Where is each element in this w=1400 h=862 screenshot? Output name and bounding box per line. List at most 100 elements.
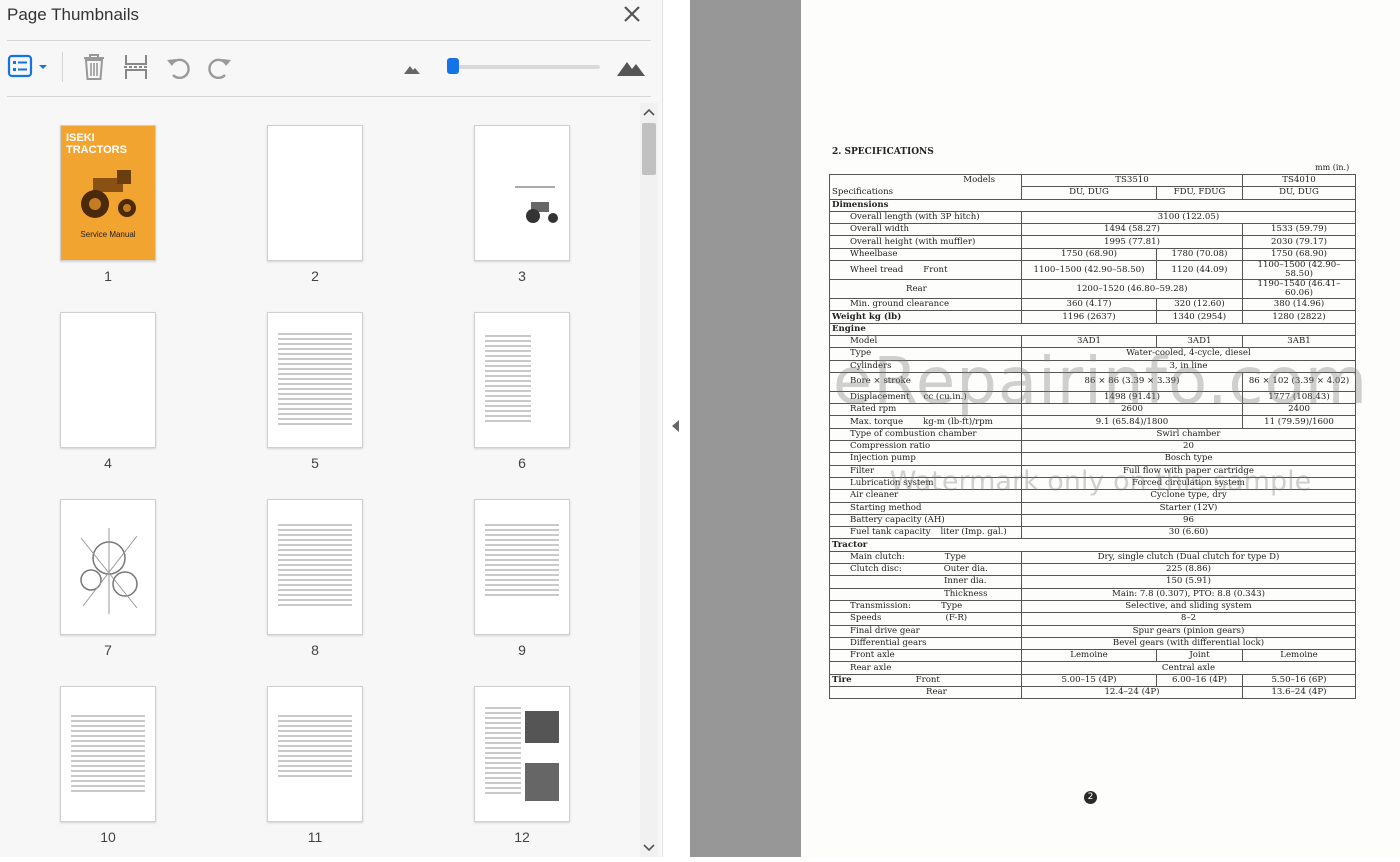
front-label: Front [923, 264, 948, 275]
table-cell: Bevel gears (with differential lock) [1021, 636, 1356, 651]
page-thumbnails-panel: Page Thumbnails ISEKI TRACTORS Service M… [0, 0, 663, 857]
close-icon[interactable] [620, 2, 644, 26]
table-row: Models TS3510 TS4010 [829, 173, 1356, 188]
table-cell: Wheelbase [829, 247, 1022, 262]
table-cell: Cyclone type, dry [1021, 489, 1356, 503]
main-clutch-type: Type [944, 551, 966, 562]
table-cell: Speeds (F-R) [829, 612, 1022, 626]
thumbnail-image[interactable]: ISEKI TRACTORS Service Manual [60, 125, 156, 261]
table-cell: 1100–1500 (42.90–58.50) [1021, 260, 1157, 281]
table-cell: Injection pump [829, 452, 1022, 466]
table-cell: Models [829, 173, 1022, 187]
thumbnail-image[interactable] [267, 312, 363, 448]
toolbar-separator [62, 52, 63, 82]
page-number-label: 10 [100, 829, 116, 845]
table-cell: Max. torque kg-m (lb-ft)/rpm [829, 415, 1022, 429]
table-cell: 5.50–16 (6P) [1242, 673, 1356, 687]
rotate-clockwise-icon [206, 58, 234, 86]
thumbnail-page-7[interactable]: 7 [60, 499, 180, 669]
clutch-disc-label: Clutch disc: [850, 564, 902, 575]
document-page: 2. SPECIFICATIONS mm (in.) Models TS3510… [801, 0, 1400, 857]
table-cell: Overall height (with muffler) [829, 235, 1022, 249]
page-number-label: 11 [307, 829, 323, 845]
table-cell: DU, DUG [1242, 186, 1356, 200]
thumbnail-page-4[interactable]: 4 [60, 312, 180, 482]
table-cell: TS3510 [1021, 173, 1243, 188]
thumbnail-page-8[interactable]: 8 [267, 499, 387, 669]
thumbnail-image[interactable] [474, 686, 570, 822]
tractor-illustration [81, 170, 136, 218]
table-cell: 380 (14.96) [1242, 298, 1356, 312]
zoom-slider-track[interactable] [455, 65, 600, 69]
thumbnail-image[interactable] [474, 312, 570, 448]
table-cell: 1196 (2637) [1021, 310, 1157, 324]
table-cell: Lubrication system [829, 476, 1022, 491]
table-cell: Thickness [829, 587, 1022, 601]
table-cell: Wheel tread Front [829, 260, 1022, 281]
thumbnail-image[interactable] [474, 125, 570, 261]
thumbnail-page-6[interactable]: 6 [474, 312, 594, 482]
large-mountain-icon[interactable] [616, 56, 646, 78]
rotate-counterclockwise-icon [164, 58, 192, 86]
table-cell: 1100–1500 (42.90–58.50) [1242, 260, 1356, 281]
thumbnail-image[interactable] [267, 125, 363, 261]
table-cell: Transmission: Type [829, 599, 1022, 614]
thumbnail-image[interactable] [267, 499, 363, 635]
table-cell: Clutch disc: Outer dia. [829, 563, 1022, 577]
delete-pages-button[interactable] [80, 52, 108, 82]
table-cell: 1777 (108.43) [1242, 390, 1356, 405]
thumbnail-page-5[interactable]: 5 [267, 312, 387, 482]
scroll-down-arrow-icon[interactable] [640, 837, 658, 857]
photo [525, 711, 559, 743]
thumbnail-page-3[interactable]: 3 [474, 125, 594, 295]
page-number-label: 5 [311, 455, 319, 471]
collapse-panel-arrow-icon[interactable] [668, 414, 684, 438]
page-number-label: 8 [311, 642, 319, 658]
page-number-badge: 2 [1084, 791, 1097, 804]
table-cell: Air cleaner [829, 489, 1022, 503]
thumbnail-page-9[interactable]: 9 [474, 499, 594, 669]
specifications-table: Models TS3510 TS4010 Specifications DU, … [829, 173, 1356, 700]
thumbnail-page-11[interactable]: 11 [267, 686, 387, 856]
thumbnail-image[interactable] [60, 312, 156, 448]
thumbnail-page-1[interactable]: ISEKI TRACTORS Service Manual 1 [60, 125, 180, 295]
main-clutch-label: Main clutch: [850, 551, 905, 562]
page-number-label: 7 [104, 642, 112, 658]
document-viewer[interactable]: 2. SPECIFICATIONS mm (in.) Models TS3510… [690, 0, 1400, 857]
thumbnail-options-icon [7, 54, 51, 86]
table-cell: Rear axle [829, 661, 1022, 675]
table-cell: Spur gears (pinion gears) [1021, 624, 1356, 638]
extract-pages-icon [122, 55, 150, 86]
table-cell: 1498 (91.41) [1021, 390, 1243, 405]
zoom-slider-thumb[interactable] [447, 58, 459, 74]
table-cell: 3100 (122.05) [1021, 210, 1356, 225]
extract-pages-button[interactable] [122, 52, 150, 82]
panel-title: Page Thumbnails [7, 5, 139, 24]
thumbnail-image[interactable] [60, 686, 156, 822]
rotate-clockwise-button[interactable] [206, 52, 234, 82]
thumbnail-image[interactable] [474, 499, 570, 635]
thumbnail-page-2[interactable]: 2 [267, 125, 387, 295]
thumbnail-scrollbar[interactable] [640, 103, 658, 857]
scroll-up-arrow-icon[interactable] [640, 103, 658, 123]
table-cell: 30 (6.60) [1021, 526, 1356, 540]
table-cell: Bore × stroke [829, 371, 1022, 392]
thumbnail-image[interactable] [267, 686, 363, 822]
engine-diagram [80, 528, 138, 614]
small-mountain-icon[interactable] [403, 60, 421, 76]
thumbnail-image[interactable] [60, 499, 156, 635]
page-number-label: 2 [311, 268, 319, 284]
thumbnail-page-10[interactable]: 10 [60, 686, 180, 856]
table-cell: 1340 (2954) [1156, 310, 1243, 324]
thumbnail-page-12[interactable]: 12 [474, 686, 594, 856]
table-cell: Front axle [829, 649, 1022, 663]
table-cell: 3AD1 [1021, 334, 1157, 349]
thumbnail-options-button[interactable] [7, 52, 51, 82]
table-row: Specifications DU, DUG FDU, FDUG DU, DUG [829, 186, 1356, 200]
scrollbar-thumb[interactable] [642, 123, 656, 175]
speeds-label: Speeds [850, 613, 882, 624]
rotate-counterclockwise-button[interactable] [164, 52, 192, 82]
table-cell: Swirl chamber [1021, 427, 1356, 442]
table-cell: 1533 (59.79) [1242, 223, 1356, 237]
table-cell: 20 [1021, 440, 1356, 454]
